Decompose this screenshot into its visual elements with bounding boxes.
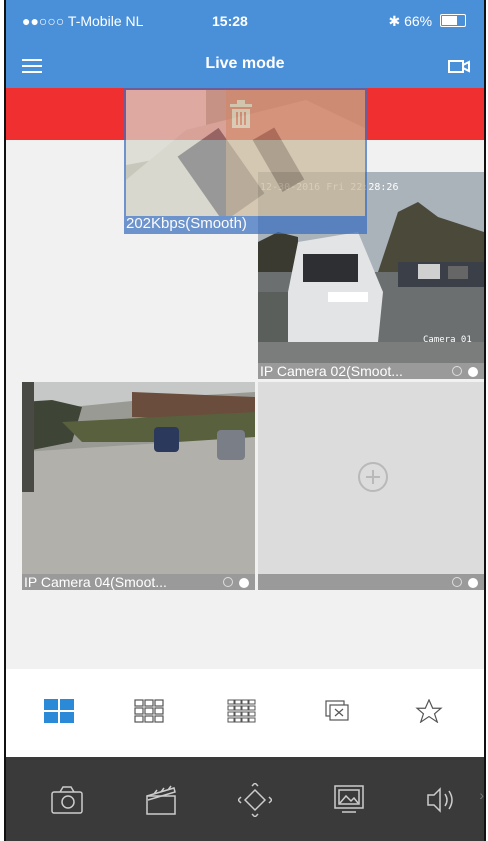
camera-02-label-bar: IP Camera 02(Smoot...: [258, 363, 484, 379]
record-dot-icon[interactable]: [468, 367, 478, 377]
sixteen-view-layout-icon[interactable]: [227, 699, 257, 723]
battery-indicator: ✱ 66%: [388, 13, 466, 30]
zoom-icon[interactable]: [223, 577, 233, 587]
page-title: Live mode: [205, 55, 285, 72]
camera-02-overlay-text: Camera 01: [423, 335, 472, 345]
camera-04-controls: [223, 574, 249, 590]
favorites-star-icon[interactable]: [414, 699, 444, 723]
empty-slot-controls: [452, 574, 478, 590]
zoom-icon[interactable]: [452, 366, 462, 376]
add-camera-icon[interactable]: [358, 462, 388, 492]
app-frame: ●●○○○ T-Mobile NL 15:28 ✱ 66% Live mode: [4, 0, 486, 841]
camera-switch-icon[interactable]: [448, 58, 470, 74]
image-settings-icon[interactable]: [332, 783, 366, 817]
record-clapper-icon[interactable]: [144, 783, 178, 817]
carrier-text: ●●○○○ T-Mobile NL: [22, 13, 144, 29]
bluetooth-icon: ✱: [388, 13, 401, 29]
battery-icon: [440, 14, 466, 27]
control-toolbar: ›: [6, 757, 484, 841]
camera-04-label: IP Camera 04(Smoot...: [24, 574, 167, 590]
zoom-icon[interactable]: [452, 577, 462, 587]
nav-bar: Live mode: [6, 44, 484, 88]
single-view-layout-icon[interactable]: [44, 699, 74, 723]
camera-04-label-bar: IP Camera 04(Smoot...: [22, 574, 255, 590]
camera-04-video: [22, 382, 255, 574]
battery-percent: 66%: [404, 13, 433, 29]
dragging-tile-video: [126, 90, 365, 232]
ptz-control-icon[interactable]: [238, 783, 272, 817]
status-bar: ●●○○○ T-Mobile NL 15:28 ✱ 66%: [6, 0, 484, 44]
record-dot-icon[interactable]: [468, 578, 478, 588]
layout-selector: [6, 669, 484, 757]
dragging-camera-tile[interactable]: 202Kbps(Smooth): [124, 88, 367, 234]
close-all-icon[interactable]: [322, 699, 352, 723]
nine-view-layout-icon[interactable]: [134, 699, 164, 723]
empty-camera-slot[interactable]: [258, 382, 484, 590]
audio-speaker-icon[interactable]: [424, 783, 458, 817]
record-dot-icon[interactable]: [239, 578, 249, 588]
snapshot-camera-icon[interactable]: [50, 783, 84, 817]
clock: 15:28: [212, 13, 248, 29]
empty-slot-label-bar: [258, 574, 484, 590]
camera-02-label: IP Camera 02(Smoot...: [260, 363, 403, 379]
more-chevron-icon[interactable]: ›: [479, 787, 484, 803]
dragging-tile-label: 202Kbps(Smooth): [126, 216, 365, 232]
camera-02-controls: [452, 363, 478, 379]
camera-tile-04[interactable]: IP Camera 04(Smoot...: [22, 382, 255, 590]
